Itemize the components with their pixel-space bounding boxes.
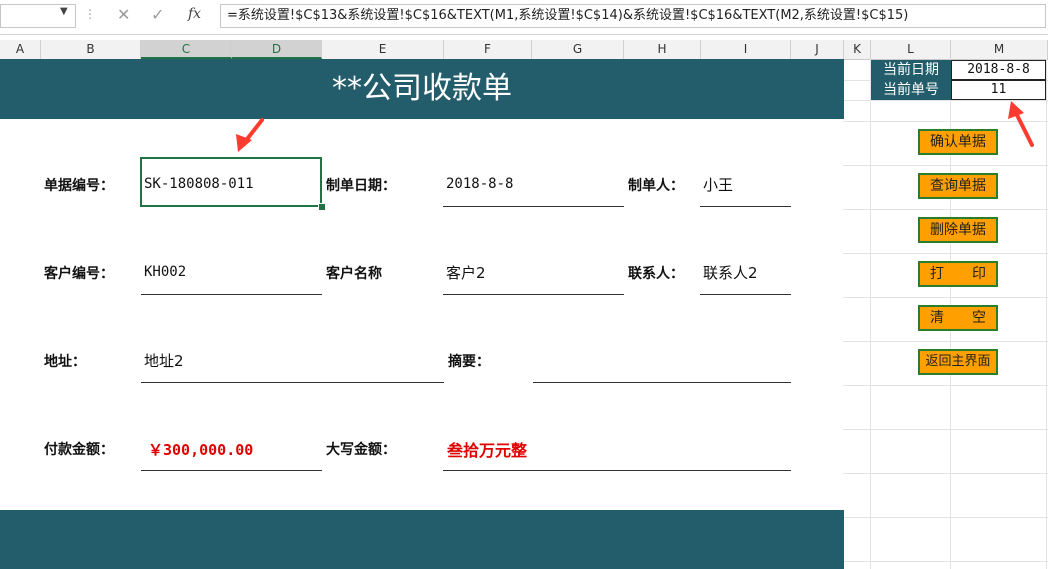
annotation-arrows [236, 101, 1034, 152]
arrow-to-doc-no [236, 118, 264, 152]
arrow-to-current-no [1008, 101, 1034, 147]
